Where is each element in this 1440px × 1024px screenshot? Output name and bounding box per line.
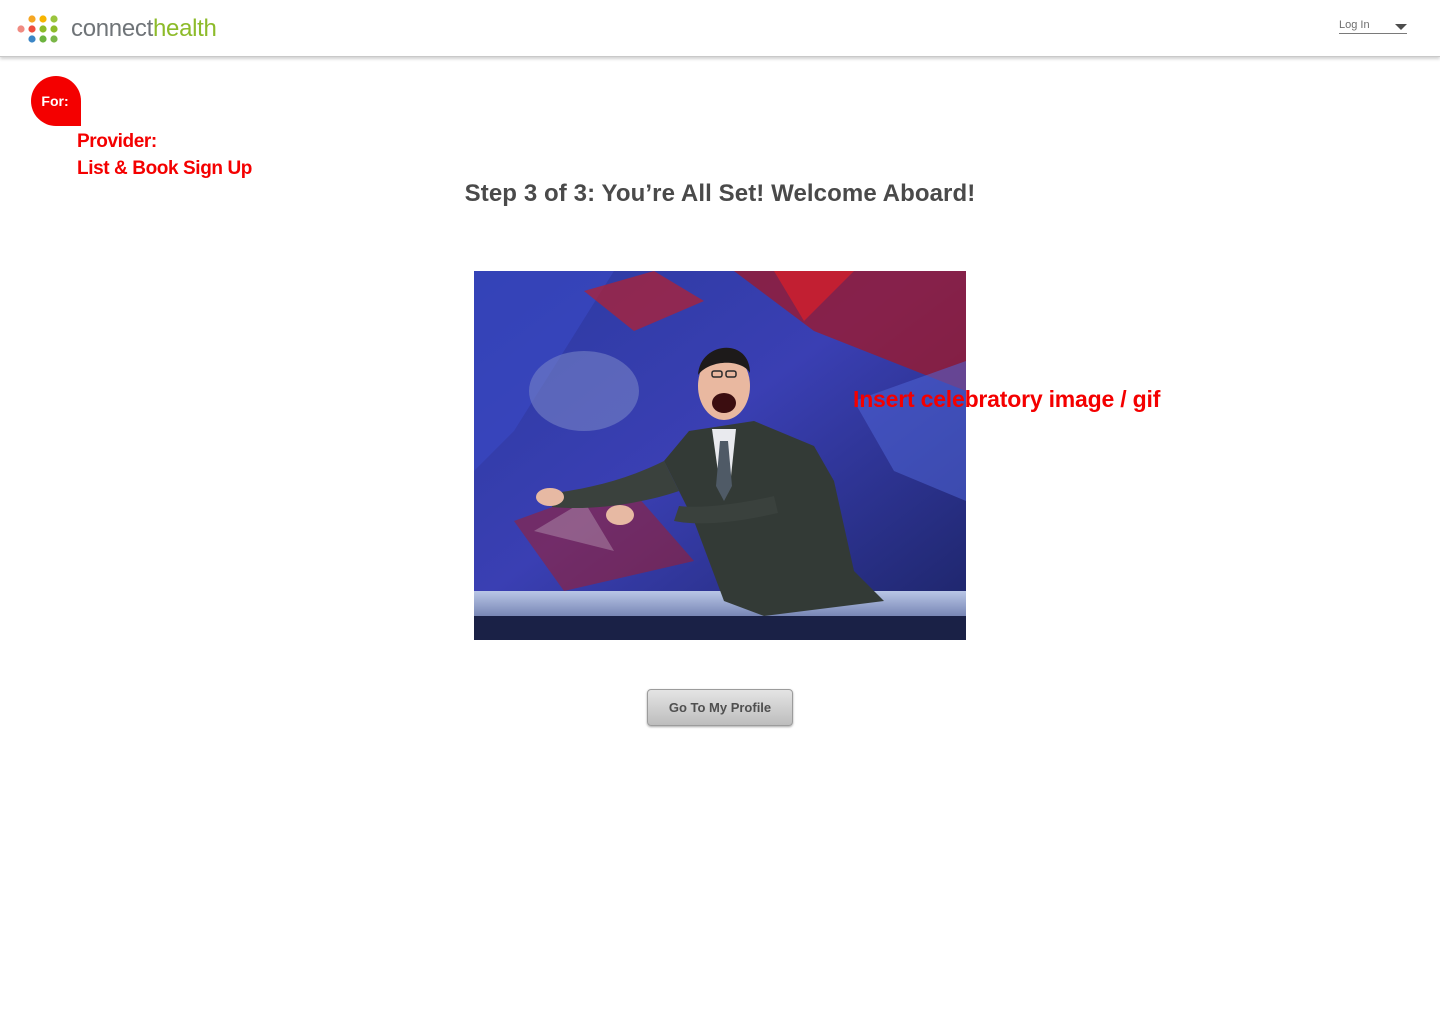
logo-word-health: health [152,15,217,42]
for-badge: For: [31,76,81,126]
context-note: Provider: List & Book Sign Up [77,128,252,182]
chevron-down-icon [1395,24,1407,30]
celebratory-gif-image [474,271,966,640]
top-header: connecthealth Log In [0,0,1440,57]
logo-dots-icon [17,15,58,43]
context-line-provider: Provider: [77,131,157,152]
connecthealth-logo[interactable]: connecthealth [14,10,217,48]
logo-word-connect: connect [71,15,153,42]
celebratory-gif [474,271,966,640]
context-line-signup: List & Book Sign Up [77,158,253,179]
login-label: Log In [1339,19,1370,31]
placeholder-annotation: Insert celebratory image / gif [853,386,1161,412]
go-to-my-profile-button[interactable]: Go To My Profile [647,689,793,726]
page-title: Step 3 of 3: You’re All Set! Welcome Abo… [464,180,976,207]
login-dropdown[interactable]: Log In [1339,18,1407,34]
for-badge-label: For: [41,93,69,109]
logo-wordmark: connecthealth [71,17,217,41]
